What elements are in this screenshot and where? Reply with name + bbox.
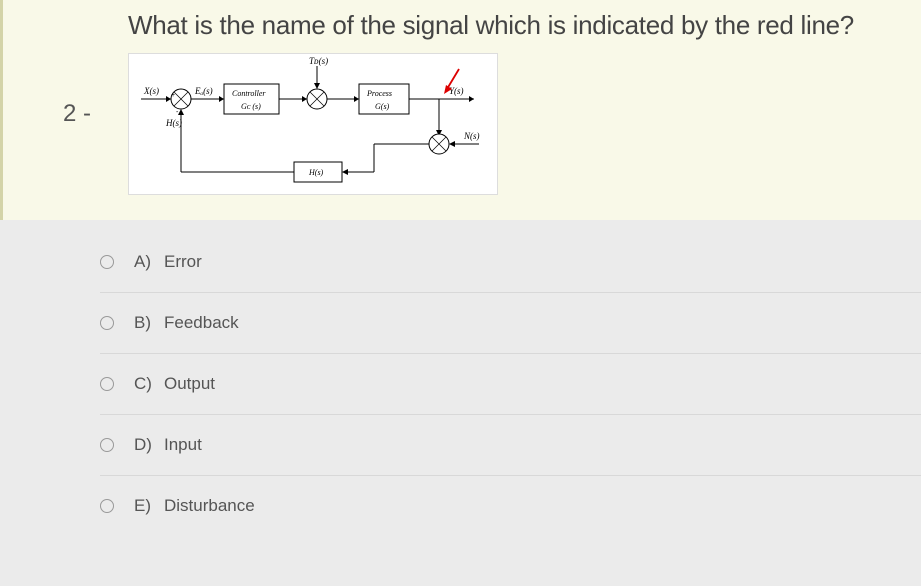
radio-icon [100, 438, 114, 452]
diagram-controller-title: Controller [232, 89, 266, 98]
diagram-label-error: Eₐ(s) [194, 86, 213, 96]
option-d[interactable]: D) Input [100, 415, 921, 476]
control-system-diagram: X(s) + - Eₐ(s) Controller Gᴄ (s) [128, 53, 498, 195]
answer-options: A) Error B) Feedback C) Output D) Input … [0, 220, 921, 536]
radio-icon [100, 255, 114, 269]
diagram-process-tf: G(s) [375, 102, 390, 111]
option-text: Feedback [164, 313, 239, 333]
option-b[interactable]: B) Feedback [100, 293, 921, 354]
radio-icon [100, 316, 114, 330]
radio-icon [100, 377, 114, 391]
option-letter: E) [134, 496, 156, 516]
diagram-label-noise: N(s) [463, 131, 480, 141]
diagram-label-h: H(s) [165, 118, 182, 128]
question-content: What is the name of the signal which is … [103, 0, 921, 195]
question-block: 2 - What is the name of the signal which… [0, 0, 921, 220]
option-text: Error [164, 252, 202, 272]
diagram-label-disturbance: Tᴅ(s) [309, 56, 328, 66]
option-e[interactable]: E) Disturbance [100, 476, 921, 536]
svg-text:+: + [171, 92, 175, 99]
diagram-label-output: Y(s) [449, 86, 464, 96]
question-number: 2 - [3, 0, 103, 195]
option-c[interactable]: C) Output [100, 354, 921, 415]
option-text: Output [164, 374, 215, 394]
diagram-process-title: Process [366, 89, 392, 98]
option-text: Disturbance [164, 496, 255, 516]
diagram-feedback-tf: H(s) [308, 168, 324, 177]
option-text: Input [164, 435, 202, 455]
option-a[interactable]: A) Error [100, 232, 921, 293]
option-letter: C) [134, 374, 156, 394]
question-text: What is the name of the signal which is … [103, 10, 921, 41]
diagram-label-input: X(s) [143, 86, 159, 96]
option-letter: D) [134, 435, 156, 455]
option-letter: B) [134, 313, 156, 333]
option-letter: A) [134, 252, 156, 272]
radio-icon [100, 499, 114, 513]
diagram-controller-tf: Gᴄ (s) [241, 102, 261, 111]
